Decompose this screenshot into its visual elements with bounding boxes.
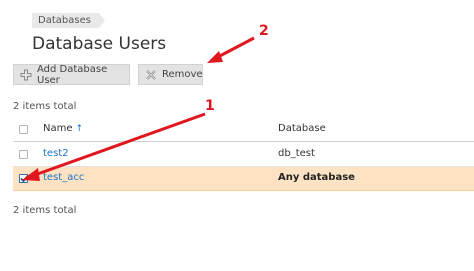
plus-icon (20, 69, 32, 81)
user-name-link[interactable]: test_acc (43, 172, 84, 183)
add-database-user-label: Add Database User (37, 63, 108, 86)
arrow-2-icon (215, 36, 255, 60)
row-checkbox[interactable] (19, 150, 28, 159)
select-all-checkbox[interactable] (19, 125, 28, 134)
annotation-number-1: 1 (205, 98, 215, 114)
arrow-2-head-icon (207, 51, 223, 63)
table-header: Name ↑ Database (13, 118, 474, 142)
table-row[interactable]: test2 db_test (13, 143, 474, 167)
column-header-name[interactable]: Name ↑ (43, 123, 83, 134)
annotation-number-2: 2 (259, 23, 269, 39)
breadcrumb[interactable]: Databases (32, 13, 105, 28)
items-total-bottom: 2 items total (13, 205, 77, 216)
add-database-user-button[interactable]: Add Database User (13, 63, 130, 86)
x-icon (145, 69, 157, 81)
page-root: Databases Database Users Add Database Us… (0, 0, 474, 271)
column-header-name-label: Name (43, 123, 73, 134)
page-title: Database Users (32, 34, 167, 54)
column-header-database: Database (278, 123, 326, 134)
remove-button[interactable]: Remove (138, 64, 203, 85)
checkmark-icon (20, 174, 30, 183)
table-row[interactable]: test_acc Any database (13, 167, 474, 191)
database-cell: Any database (278, 172, 355, 183)
items-total-top: 2 items total (13, 101, 77, 112)
sort-ascending-icon: ↑ (75, 124, 84, 134)
database-cell: db_test (278, 148, 315, 159)
remove-label: Remove (162, 69, 203, 80)
row-checkbox[interactable] (19, 174, 30, 183)
user-name-link[interactable]: test2 (43, 148, 69, 159)
